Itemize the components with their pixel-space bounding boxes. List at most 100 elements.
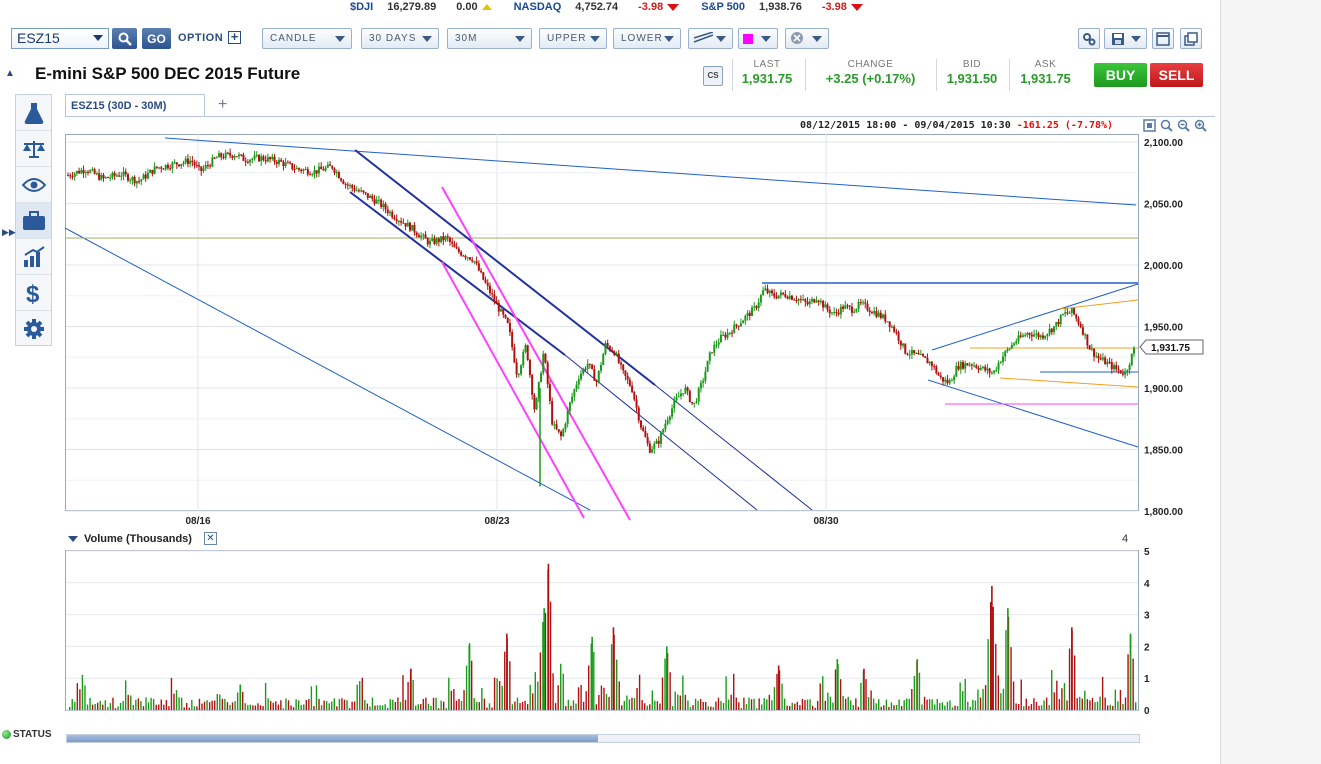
add-option-icon[interactable]: + [228, 30, 241, 44]
volume-bar [254, 705, 257, 710]
draw-tool-select[interactable] [688, 28, 733, 49]
trade-tool[interactable]: $ [16, 275, 51, 311]
candle-body [240, 154, 243, 156]
research-tool[interactable] [16, 95, 51, 131]
candle-body [1064, 312, 1067, 314]
candle-body [357, 190, 360, 192]
candle-body [631, 385, 634, 393]
ticker-item[interactable]: S&P 500 1,938.76 -3.98 [701, 0, 863, 14]
volume-bar [1068, 648, 1071, 710]
volume-bar [224, 698, 226, 710]
volume-bar [81, 674, 84, 710]
compare-tool[interactable] [16, 131, 51, 167]
chart-style-select[interactable]: CANDLE [262, 28, 352, 49]
zoom-fit-icon[interactable] [1142, 118, 1156, 132]
candle-body [919, 354, 922, 356]
volume-bar [425, 697, 427, 710]
add-tab-icon[interactable]: + [218, 96, 227, 114]
zoom-out-icon[interactable] [1176, 118, 1190, 132]
candle-body [366, 193, 369, 198]
chart-tab[interactable]: ESZ15 (30D - 30M) [65, 94, 205, 117]
range-select[interactable]: 30 DAYS [361, 28, 439, 49]
go-button[interactable]: GO [142, 28, 171, 49]
ticker-symbol[interactable]: NASDAQ [514, 1, 562, 13]
candle-body [1108, 361, 1111, 363]
contract-specs-button[interactable]: CS [703, 66, 723, 86]
candle-body [253, 155, 256, 159]
lower-indicator-select[interactable]: LOWER [613, 28, 681, 49]
volume-bar [745, 704, 748, 710]
candle-body [902, 343, 905, 346]
quote-label: LAST [753, 59, 781, 70]
scrollbar-thumb[interactable] [67, 735, 598, 742]
search-button[interactable] [112, 28, 137, 49]
candle-body [691, 401, 694, 404]
briefcase-icon [22, 210, 45, 230]
volume-bar [379, 705, 381, 710]
volume-bar [465, 665, 468, 710]
chart-scrollbar[interactable] [66, 734, 1140, 743]
upper-indicator-select[interactable]: UPPER [539, 28, 607, 49]
candle-body [1079, 323, 1082, 328]
settings-tool[interactable] [16, 311, 51, 347]
candle-body [131, 177, 134, 180]
candle-body [970, 364, 973, 366]
watch-tool[interactable] [16, 167, 51, 203]
candle-body [242, 154, 245, 161]
candle-body [915, 353, 918, 355]
volume-bar [353, 701, 356, 710]
candle-body [535, 398, 538, 410]
candle-body [160, 167, 163, 169]
layout-button[interactable] [1152, 28, 1174, 49]
volume-bar [356, 684, 358, 710]
zoom-in-icon[interactable] [1193, 118, 1207, 132]
volume-bar [788, 705, 791, 710]
portfolio-tool[interactable] [16, 203, 51, 239]
sell-button[interactable]: SELL [1150, 63, 1203, 87]
volume-bar [608, 696, 610, 710]
candle-body [768, 290, 771, 293]
save-menu-button[interactable] [1104, 28, 1147, 49]
candle-body [531, 375, 534, 395]
interval-select[interactable]: 30M [447, 28, 532, 49]
volume-bar [369, 706, 371, 710]
candle-body [426, 238, 429, 245]
draw-color-select[interactable] [738, 28, 778, 49]
ticker-symbol[interactable]: S&P 500 [701, 1, 745, 13]
chevron-down-icon [422, 36, 432, 42]
delete-drawings-select[interactable] [785, 28, 829, 49]
volume-bar [69, 706, 71, 710]
candle-body [835, 311, 838, 313]
ticker-item[interactable]: $DJI 16,279.89 0.00 [350, 0, 492, 14]
collapse-icon[interactable]: ▲ [5, 68, 15, 79]
candle-body [304, 169, 307, 171]
volume-bar [442, 701, 445, 710]
zoom-reset-icon[interactable] [1159, 118, 1173, 132]
buy-button[interactable]: BUY [1094, 63, 1147, 87]
popout-button[interactable] [1180, 28, 1202, 49]
expand-sidebar-icon[interactable]: ▶▶ [2, 227, 16, 238]
volume-bar [613, 634, 615, 710]
close-panel-icon[interactable]: ✕ [203, 532, 217, 545]
volume-bar [895, 704, 898, 710]
option-label[interactable]: OPTION [178, 32, 223, 44]
volume-bar [140, 701, 142, 710]
candle-body [995, 369, 998, 371]
collapse-panel-icon[interactable] [68, 535, 78, 542]
candle-body [1019, 335, 1022, 337]
candle-body [1026, 333, 1029, 336]
candle-body [786, 296, 789, 299]
volume-bar [1091, 697, 1094, 710]
candle-body [1068, 312, 1071, 314]
charts-tool[interactable] [16, 239, 51, 275]
volume-bar [593, 651, 595, 710]
ticker-item[interactable]: NASDAQ 4,752.74 -3.98 [514, 0, 680, 14]
volume-bar [753, 698, 755, 710]
status-indicator[interactable]: STATUS [2, 729, 52, 740]
volume-bar [595, 704, 598, 710]
symbol-select[interactable]: ESZ15 [11, 28, 109, 49]
settings-button[interactable] [1078, 28, 1100, 49]
flask-icon [24, 102, 43, 124]
ticker-symbol[interactable]: $DJI [350, 1, 373, 13]
candle-body [637, 407, 640, 421]
